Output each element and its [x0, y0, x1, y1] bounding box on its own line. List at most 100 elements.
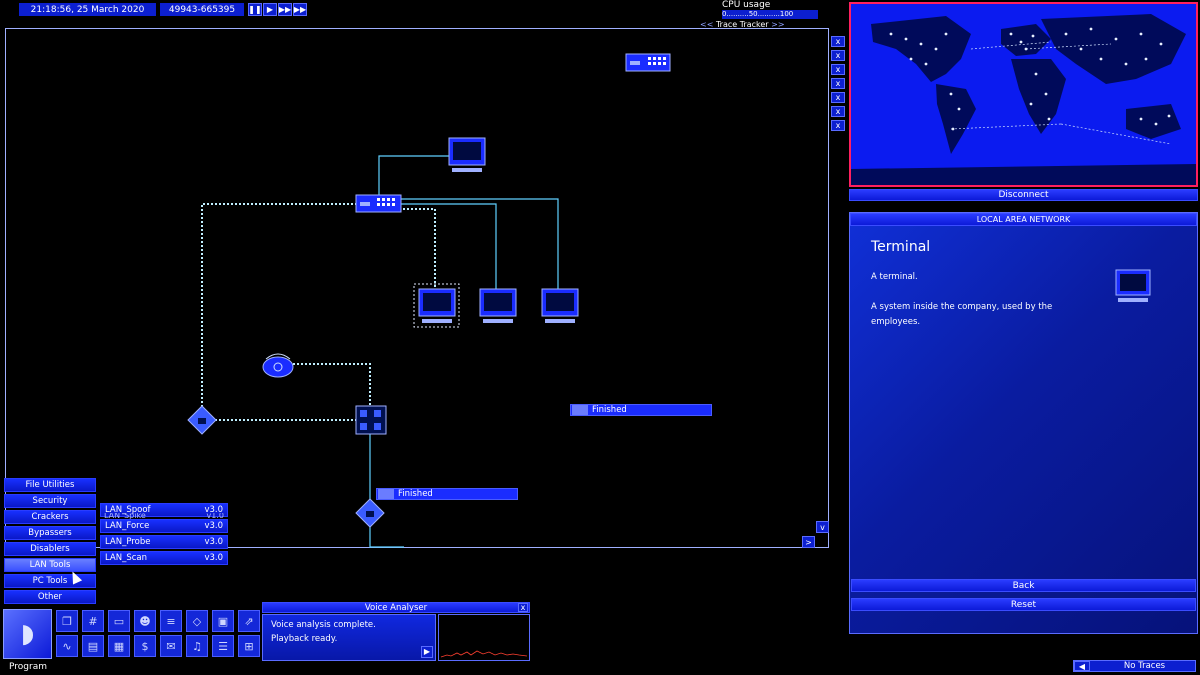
software-button[interactable]: ◗: [3, 609, 52, 659]
lan-panel-title: Terminal: [871, 239, 931, 255]
submenu-item-name: LAN_Probe: [105, 537, 151, 547]
software-menu: File Utilities Security Crackers Bypasse…: [4, 478, 96, 604]
progress-label: Finished: [398, 489, 433, 499]
network-icon[interactable]: ⊞: [238, 635, 260, 657]
menu-item-disablers[interactable]: Disablers: [4, 542, 96, 556]
music-icon[interactable]: ♫: [186, 635, 208, 657]
lan-panel-line2: A system inside the company, used by the…: [871, 302, 1053, 327]
dollar-icon[interactable]: $: [134, 635, 156, 657]
progress-label: Finished: [592, 405, 627, 415]
cpu-usage-bar: 0..........50..........100: [722, 10, 818, 19]
voice-analyser-title: Voice Analyser: [364, 602, 428, 613]
menu-item-security[interactable]: Security: [4, 494, 96, 508]
terminal-icon: [1115, 269, 1151, 302]
network-svg: [187, 53, 671, 548]
hash-icon[interactable]: #: [82, 610, 104, 632]
south-america-landmass: [936, 84, 976, 154]
window-close-column: x x x x x x x: [831, 36, 845, 131]
lock-icon[interactable]: ▣: [212, 610, 234, 632]
terminal-icon[interactable]: ▦: [108, 635, 130, 657]
menu-item-crackers[interactable]: Crackers: [4, 510, 96, 524]
router-node[interactable]: [355, 194, 402, 213]
link-bottom-out: [369, 527, 404, 548]
people-icon[interactable]: ☻: [134, 610, 156, 632]
voice-analyser: Voice Analyser x Voice analysis complete…: [262, 602, 530, 661]
terminal-node-mid[interactable]: [479, 288, 517, 323]
progress-bar-1: Finished: [570, 404, 712, 416]
voice-analyser-header: Voice Analyser x: [262, 602, 530, 613]
submenu-item-name: LAN_Scan: [105, 553, 148, 563]
close-icon[interactable]: x: [831, 64, 845, 75]
traces-indicator: ◀ No Traces: [1073, 660, 1196, 672]
arrows-icon[interactable]: ⇗: [238, 610, 260, 632]
document-icon[interactable]: ≡: [160, 610, 182, 632]
play-icon[interactable]: ▶: [421, 646, 433, 658]
progress-icon: [378, 489, 394, 499]
submenu-item-name: LAN_Force: [105, 521, 150, 531]
eraser-icon[interactable]: ◇: [186, 610, 208, 632]
submenu-item-lan-probe[interactable]: LAN_Probe v3.0: [100, 535, 228, 549]
phone-node[interactable]: [262, 353, 294, 378]
menu-item-pc-tools[interactable]: PC Tools: [4, 574, 96, 588]
pause-button[interactable]: ❚❚: [248, 3, 262, 16]
voice-text-area: Voice analysis complete. Playback ready.…: [262, 614, 436, 661]
list-icon[interactable]: ☰: [212, 635, 234, 657]
fastest-button[interactable]: ▶▶: [293, 3, 307, 16]
submenu-item-version: v3.0: [204, 521, 223, 531]
submenu-item-version: v3.0: [204, 537, 223, 547]
trace-icon[interactable]: ◀: [1074, 661, 1090, 671]
close-icon[interactable]: x: [518, 603, 528, 612]
close-icon[interactable]: x: [831, 92, 845, 103]
cpu-usage-label: CPU usage: [722, 0, 771, 10]
link-router-node3: [399, 198, 559, 291]
terminal-node-right[interactable]: [541, 288, 579, 323]
windows-icon[interactable]: ❐: [56, 610, 78, 632]
progress-bar-2: Finished: [376, 488, 518, 500]
network-view: Finished Finished > v: [5, 28, 829, 548]
router-node-remote[interactable]: [625, 53, 671, 72]
waveform-svg: [440, 650, 528, 658]
submenu-item-lan-force[interactable]: LAN_Force v3.0: [100, 519, 228, 533]
close-icon[interactable]: x: [831, 106, 845, 117]
terminal-node-selected[interactable]: [413, 283, 460, 328]
tool-grid: ❐ # ▭ ☻ ≡ ◇ ▣ ⇗ ∿ ▤ ▦ $ ✉ ♫ ☰ ⊞: [56, 610, 260, 657]
australia-landmass: [1126, 104, 1181, 139]
scroll-down-button[interactable]: v: [816, 521, 829, 533]
lock-node-bottom[interactable]: [355, 498, 385, 528]
disconnect-button[interactable]: Disconnect: [849, 189, 1198, 201]
terminal-node-top[interactable]: [448, 137, 486, 172]
north-america-landmass: [871, 16, 971, 82]
waveform-icon[interactable]: ∿: [56, 635, 78, 657]
close-icon[interactable]: x: [831, 78, 845, 89]
menu-item-lan-tools[interactable]: LAN Tools: [4, 558, 96, 572]
satellite-dish-icon: ◗: [20, 619, 35, 649]
close-icon[interactable]: x: [831, 36, 845, 47]
reset-button[interactable]: Reset: [851, 598, 1196, 611]
screen-icon[interactable]: ▭: [108, 610, 130, 632]
hub-node[interactable]: [355, 405, 387, 435]
menu-item-other[interactable]: Other: [4, 590, 96, 604]
voice-line2: Playback ready.: [271, 634, 338, 644]
submenu-item-lan-scan[interactable]: LAN_Scan v3.0: [100, 551, 228, 565]
close-icon[interactable]: x: [831, 120, 845, 131]
fast-button[interactable]: ▶▶: [278, 3, 292, 16]
submenu-item-version: v3.0: [204, 553, 223, 563]
lock-node-left[interactable]: [187, 405, 217, 435]
progress-icon: [572, 405, 588, 415]
ip-display: 49943-665395: [160, 3, 244, 16]
world-map[interactable]: [849, 2, 1198, 187]
europe-landmass: [1001, 24, 1051, 56]
program-label: Program: [9, 662, 47, 672]
back-button[interactable]: Back: [851, 579, 1196, 592]
menu-item-bypassers[interactable]: Bypassers: [4, 526, 96, 540]
mail-icon[interactable]: ✉: [160, 635, 182, 657]
close-icon[interactable]: x: [831, 50, 845, 61]
voice-line1: Voice analysis complete.: [271, 620, 376, 630]
notes-icon[interactable]: ▤: [82, 635, 104, 657]
link-router-node2: [399, 203, 497, 291]
scroll-right-button[interactable]: >: [802, 536, 815, 548]
menu-item-file-utilities[interactable]: File Utilities: [4, 478, 96, 492]
play-button[interactable]: ▶: [263, 3, 277, 16]
submenu-item-lan-spike-partial[interactable]: LAN_Spike v1.0: [104, 513, 224, 519]
datetime-display: 21:18:56, 25 March 2020: [19, 3, 156, 16]
